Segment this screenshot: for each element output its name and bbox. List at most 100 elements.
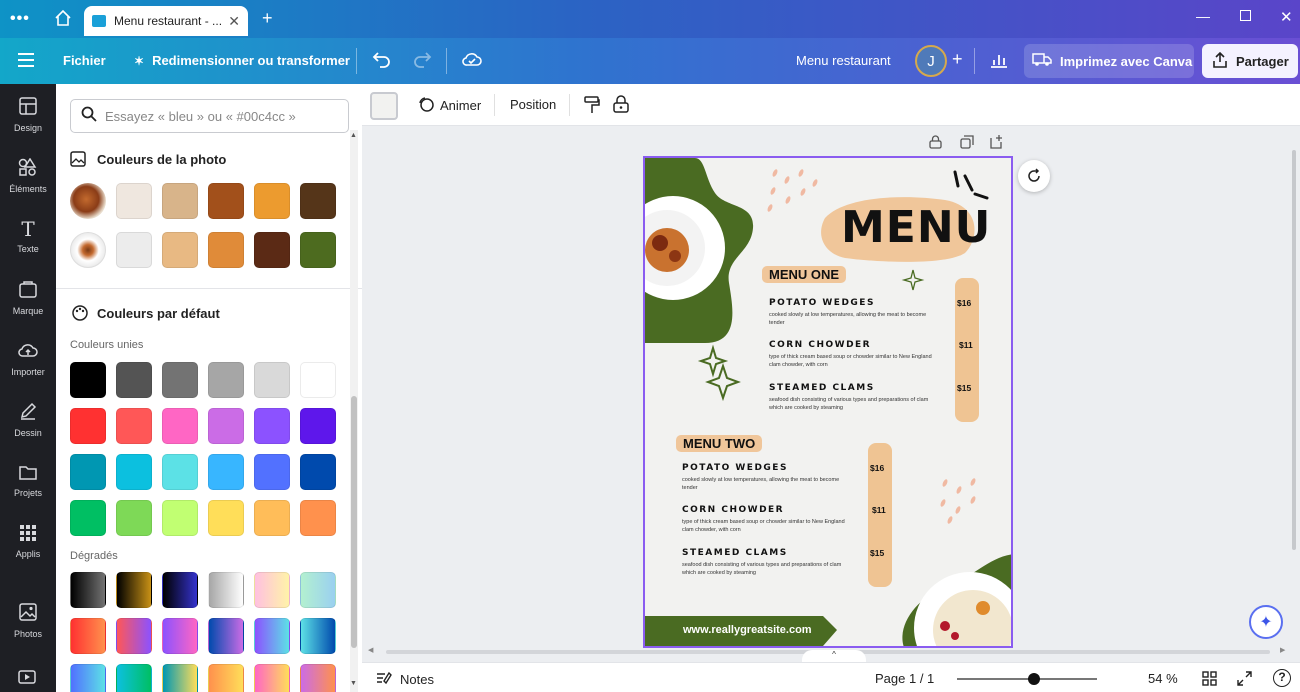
gradient-swatch[interactable] [254, 572, 290, 608]
photo-color-swatch[interactable] [162, 232, 198, 268]
notes-button[interactable]: Notes [376, 671, 434, 688]
gradient-swatch[interactable] [254, 664, 290, 692]
add-page-icon[interactable] [990, 134, 1004, 154]
gradient-swatch[interactable] [162, 618, 198, 654]
solid-color-swatch[interactable] [300, 500, 336, 536]
gradient-swatch[interactable] [208, 664, 244, 692]
solid-color-swatch[interactable] [254, 454, 290, 490]
gradient-swatch[interactable] [300, 572, 336, 608]
zoom-slider[interactable] [957, 673, 1097, 685]
gradient-swatch[interactable] [70, 664, 106, 692]
solid-color-swatch[interactable] [116, 500, 152, 536]
solid-color-swatch[interactable] [116, 408, 152, 444]
lock-icon[interactable] [613, 95, 629, 118]
animate-button[interactable]: Animer [418, 96, 481, 115]
video-icon[interactable] [18, 670, 36, 689]
zoom-slider-knob[interactable] [1028, 673, 1040, 685]
menu-page[interactable]: MENU MENU ONE POTATO WEDGES cooked slowl… [643, 156, 1013, 648]
solid-color-swatch[interactable] [208, 500, 244, 536]
rotate-icon[interactable] [1018, 160, 1050, 192]
add-collaborator-icon[interactable]: + [952, 49, 963, 70]
solid-color-swatch[interactable] [116, 362, 152, 398]
solid-color-swatch[interactable] [116, 454, 152, 490]
scrollbar-left-arrow[interactable]: ◀ [368, 646, 373, 654]
scrollbar-down-arrow[interactable]: ▼ [350, 680, 357, 687]
gradient-swatch[interactable] [70, 618, 106, 654]
redo-icon[interactable] [412, 50, 432, 73]
rail-item-design[interactable]: Design [0, 86, 56, 144]
rail-item-upload[interactable]: Importer [0, 330, 56, 388]
grid-view-icon[interactable] [1202, 671, 1217, 689]
rail-item-projects[interactable]: Projets [0, 452, 56, 510]
photo-color-swatch[interactable] [300, 232, 336, 268]
solid-color-swatch[interactable] [254, 362, 290, 398]
duplicate-page-icon[interactable] [960, 135, 974, 154]
gradient-swatch[interactable] [116, 618, 152, 654]
background-color-button[interactable] [370, 92, 398, 120]
solid-color-swatch[interactable] [162, 408, 198, 444]
solid-color-swatch[interactable] [208, 454, 244, 490]
scrollbar-up-arrow[interactable]: ▲ [350, 132, 357, 139]
solid-color-swatch[interactable] [70, 500, 106, 536]
photo-color-swatch[interactable] [116, 232, 152, 268]
close-tab-icon[interactable]: ✕ [228, 13, 240, 30]
gradient-swatch[interactable] [162, 572, 198, 608]
photo-color-swatch[interactable] [254, 232, 290, 268]
cloud-save-icon[interactable] [461, 50, 483, 73]
rail-item-photos[interactable]: Photos [0, 592, 56, 650]
position-button[interactable]: Position [510, 97, 556, 112]
photo-thumbnail[interactable] [70, 232, 106, 268]
solid-color-swatch[interactable] [70, 408, 106, 444]
menu-icon[interactable] [18, 53, 34, 72]
canvas-area[interactable]: MENU MENU ONE POTATO WEDGES cooked slowl… [362, 126, 1300, 662]
solid-color-swatch[interactable] [208, 362, 244, 398]
fullscreen-icon[interactable] [1237, 671, 1252, 689]
solid-color-swatch[interactable] [254, 500, 290, 536]
gradient-swatch[interactable] [300, 664, 336, 692]
gradient-swatch[interactable] [254, 618, 290, 654]
gradient-swatch[interactable] [208, 572, 244, 608]
color-search-input[interactable]: Essayez « bleu » ou « #00c4cc » [70, 99, 349, 133]
rail-item-apps[interactable]: Applis [0, 513, 56, 571]
page-lock-icon[interactable] [929, 135, 942, 154]
close-window-icon[interactable]: ✕ [1280, 8, 1293, 26]
solid-color-swatch[interactable] [208, 408, 244, 444]
rail-item-brand[interactable]: Marque [0, 269, 56, 327]
panel-scrollbar[interactable]: ▲ ▼ [350, 130, 358, 692]
gradient-swatch[interactable] [116, 664, 152, 692]
gradient-swatch[interactable] [208, 618, 244, 654]
solid-color-swatch[interactable] [300, 408, 336, 444]
photo-color-swatch[interactable] [300, 183, 336, 219]
solid-color-swatch[interactable] [162, 500, 198, 536]
gradient-swatch[interactable] [70, 572, 106, 608]
scrollbar-thumb[interactable] [1292, 150, 1296, 550]
solid-color-swatch[interactable] [70, 454, 106, 490]
solid-color-swatch[interactable] [300, 454, 336, 490]
home-icon[interactable] [54, 9, 72, 32]
zoom-percent[interactable]: 54 % [1148, 671, 1178, 686]
solid-color-swatch[interactable] [254, 408, 290, 444]
gradient-swatch[interactable] [116, 572, 152, 608]
solid-color-swatch[interactable] [162, 362, 198, 398]
help-icon[interactable]: ? [1273, 669, 1291, 687]
photo-color-swatch[interactable] [162, 183, 198, 219]
solid-color-swatch[interactable] [300, 362, 336, 398]
scrollbar-thumb[interactable] [351, 396, 357, 648]
photo-color-swatch[interactable] [208, 232, 244, 268]
new-tab-button[interactable]: + [262, 8, 273, 29]
page-indicator[interactable]: Page 1 / 1 [875, 671, 934, 686]
show-pages-tab[interactable]: ^ [802, 650, 866, 662]
resize-button[interactable]: ✶ Redimensionner ou transformer [134, 53, 350, 68]
minimize-icon[interactable]: — [1196, 8, 1210, 24]
solid-color-swatch[interactable] [70, 362, 106, 398]
print-button[interactable]: Imprimez avec Canva [1024, 44, 1194, 78]
design-name[interactable]: Menu restaurant [796, 53, 891, 68]
insights-icon[interactable] [989, 51, 1009, 74]
avatar[interactable]: J [915, 45, 947, 77]
magic-assistant-icon[interactable]: ✦ [1249, 605, 1283, 639]
rail-item-elements[interactable]: Éléments [0, 147, 56, 205]
gradient-swatch[interactable] [300, 618, 336, 654]
photo-color-swatch[interactable] [116, 183, 152, 219]
scrollbar-right-arrow[interactable]: ▶ [1280, 646, 1285, 654]
file-menu-button[interactable]: Fichier [63, 53, 106, 68]
